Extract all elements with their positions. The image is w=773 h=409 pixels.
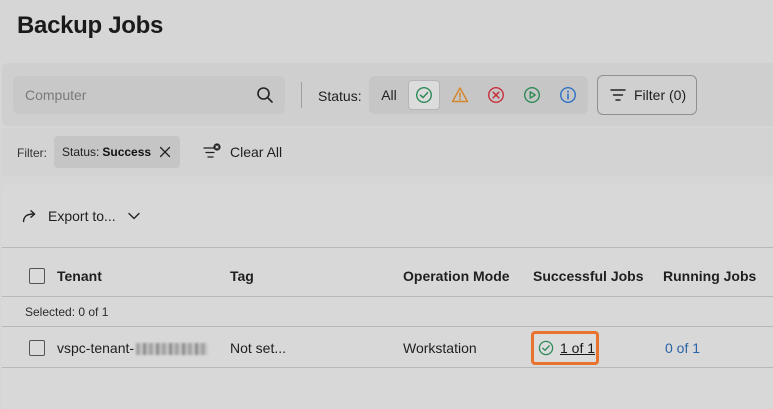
status-all-button[interactable]: All — [373, 80, 405, 110]
info-icon — [559, 86, 577, 104]
selection-count: Selected: 0 of 1 — [25, 305, 109, 319]
warning-triangle-icon — [451, 87, 469, 103]
filter-button-label: Filter (0) — [634, 87, 687, 103]
status-all-label: All — [381, 87, 397, 103]
search-icon[interactable] — [256, 86, 274, 104]
status-error-button[interactable] — [480, 80, 512, 110]
status-warning-button[interactable] — [444, 80, 476, 110]
divider — [2, 247, 773, 248]
divider — [2, 326, 773, 327]
chip-key: Status: — [62, 145, 100, 159]
play-icon — [523, 86, 541, 104]
chip-value: Success — [102, 145, 152, 159]
column-header-tag[interactable]: Tag — [230, 268, 254, 284]
status-filter-chip[interactable]: Status: Success — [54, 136, 180, 168]
clear-filter-icon — [203, 143, 221, 158]
clear-all-button[interactable]: Clear All — [203, 142, 282, 162]
close-icon[interactable] — [159, 146, 171, 158]
tenant-name: vspc-tenant- — [57, 340, 135, 356]
share-arrow-icon — [22, 210, 36, 223]
redacted-text — [136, 343, 209, 356]
status-filter-group: All — [369, 76, 588, 114]
select-all-checkbox[interactable] — [29, 268, 45, 284]
successful-jobs-link[interactable]: 1 of 1 — [560, 340, 595, 356]
status-info-button[interactable] — [552, 80, 584, 110]
page-title: Backup Jobs — [17, 12, 164, 39]
search-box[interactable] — [13, 76, 285, 114]
tag-cell: Not set... — [230, 340, 287, 356]
column-header-successful-jobs[interactable]: Successful Jobs — [533, 268, 644, 284]
filter-button[interactable]: Filter (0) — [597, 75, 697, 115]
filter-label: Filter: — [17, 146, 47, 160]
successful-jobs-cell[interactable]: 1 of 1 — [531, 331, 599, 365]
toolbar-divider — [301, 82, 302, 108]
filter-lines-icon — [610, 89, 626, 101]
column-header-running-jobs[interactable]: Running Jobs — [663, 268, 756, 284]
divider — [2, 367, 773, 368]
running-jobs-cell: 0 of 1 — [665, 340, 700, 356]
divider — [2, 296, 773, 297]
tenant-cell: vspc-tenant- — [57, 340, 209, 356]
chevron-down-icon — [128, 212, 140, 220]
search-input[interactable] — [25, 76, 245, 114]
export-to-button[interactable]: Export to... — [22, 206, 140, 226]
status-label: Status: — [318, 88, 362, 104]
running-jobs-link[interactable]: 0 of 1 — [665, 340, 700, 356]
status-success-button[interactable] — [408, 80, 440, 110]
column-header-tenant[interactable]: Tenant — [57, 268, 102, 284]
row-checkbox[interactable] — [29, 340, 45, 356]
column-header-operation-mode[interactable]: Operation Mode — [403, 268, 510, 284]
export-label: Export to... — [48, 208, 116, 224]
operation-mode-cell: Workstation — [403, 340, 477, 356]
clear-all-label: Clear All — [230, 144, 283, 160]
status-running-button[interactable] — [516, 80, 548, 110]
success-check-icon — [415, 86, 433, 104]
success-check-icon — [538, 340, 554, 356]
error-x-icon — [487, 86, 505, 104]
